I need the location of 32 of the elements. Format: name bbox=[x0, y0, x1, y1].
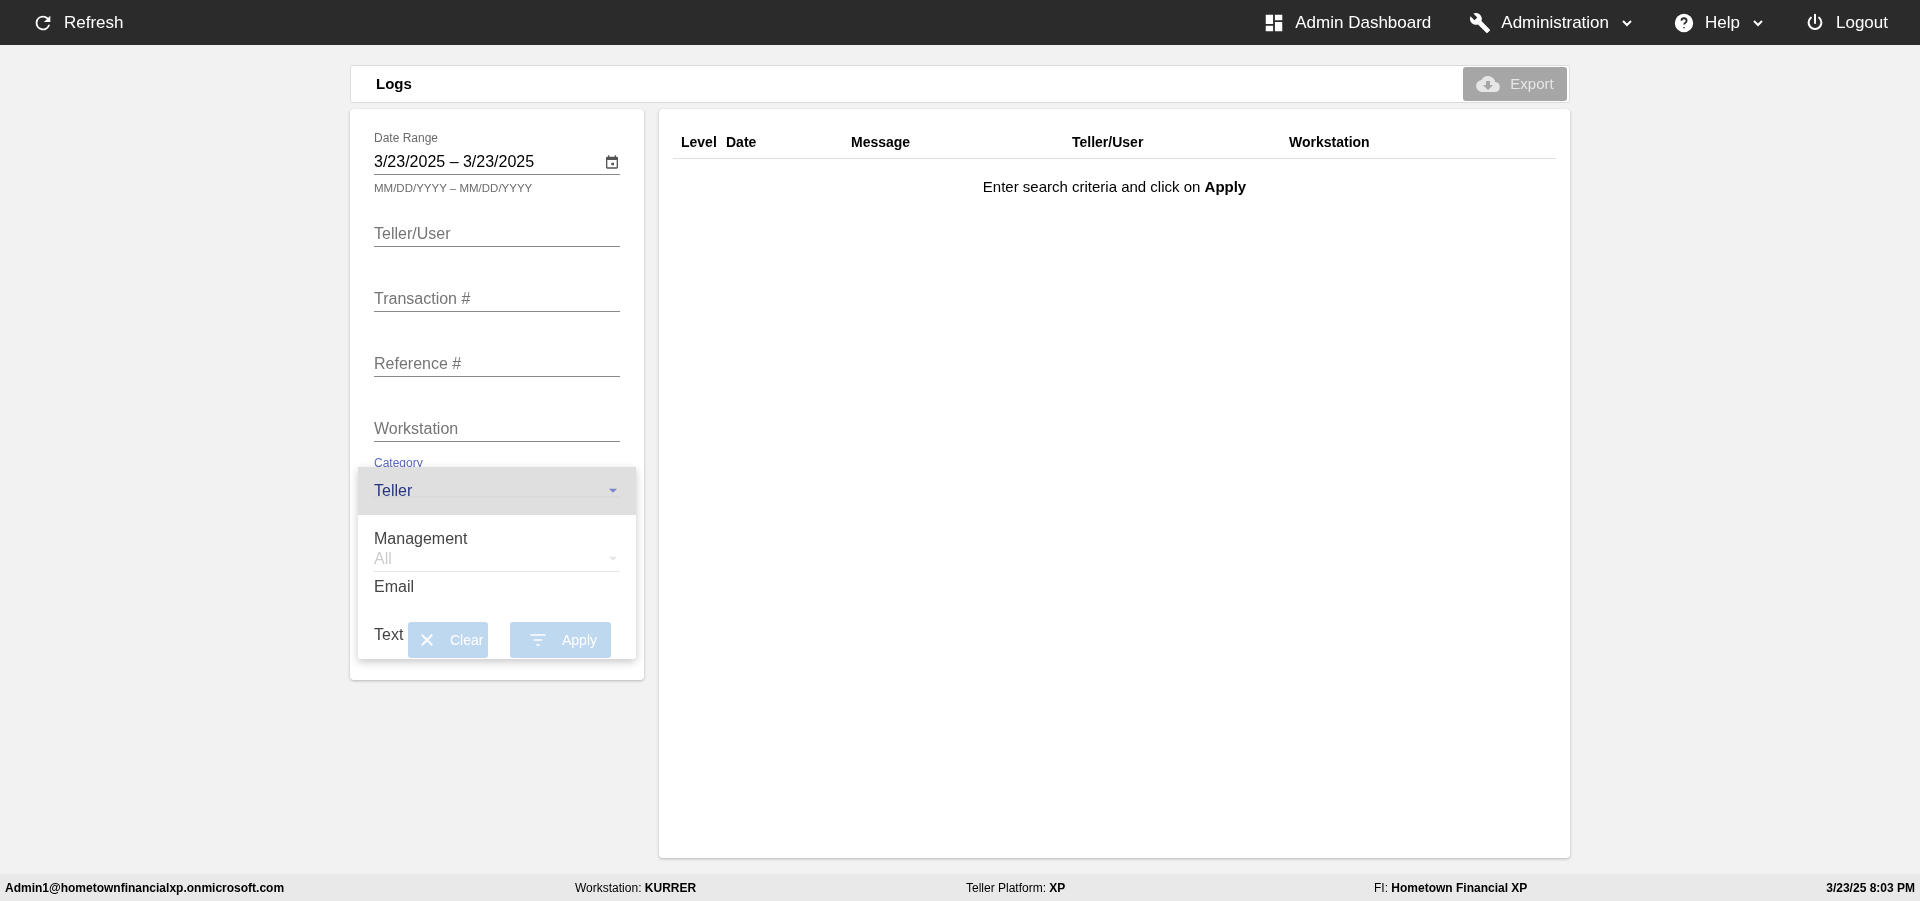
column-header: Workstation bbox=[1289, 133, 1371, 152]
field-label: Category bbox=[374, 456, 424, 471]
status-item: Teller Platform: XP bbox=[966, 880, 1066, 895]
dropdown-option[interactable]: Teller bbox=[374, 482, 413, 500]
text-field[interactable]: Reference # bbox=[374, 351, 620, 378]
column-header: Level bbox=[680, 133, 718, 152]
dropdown-option[interactable]: Management bbox=[374, 530, 468, 548]
status-item: FI: Hometown Financial XP bbox=[1374, 880, 1528, 895]
wrench-icon bbox=[1469, 11, 1492, 34]
field-hint: MM/DD/YYYY – MM/DD/YYYY bbox=[374, 181, 534, 196]
text-field[interactable]: Transaction # bbox=[374, 286, 620, 313]
nav-button[interactable]: Help bbox=[1673, 0, 1766, 45]
nav-button[interactable]: Admin Dashboard bbox=[1263, 0, 1432, 45]
dropdown-option[interactable]: Email bbox=[374, 578, 414, 596]
nav-button[interactable]: Logout bbox=[1804, 0, 1888, 45]
text-field[interactable]: Workstation bbox=[374, 416, 620, 443]
status-item: Admin1@hometownfinancialxp.onmicrosoft.com bbox=[5, 880, 285, 895]
text-field[interactable]: Teller/User bbox=[374, 221, 620, 248]
page-title: Logs bbox=[376, 73, 412, 94]
empty-message: Enter search criteria and click on Apply bbox=[981, 177, 1248, 197]
calendar-icon bbox=[604, 154, 620, 170]
nav-button[interactable]: Administration bbox=[1469, 0, 1636, 45]
status-item: 3/23/25 8:03 PM bbox=[1826, 880, 1915, 895]
column-header: Date bbox=[726, 133, 758, 152]
column-header: Teller/User bbox=[1072, 133, 1145, 152]
field-label: Date Range bbox=[374, 131, 440, 145]
date-range-field[interactable]: 3/23/2025 – 3/23/2025 bbox=[374, 150, 620, 175]
status-item: Workstation: KURRER bbox=[575, 880, 697, 895]
dropdown-option[interactable]: Text bbox=[374, 626, 404, 644]
column-header: Message bbox=[851, 133, 912, 152]
nav-button[interactable]: Refresh bbox=[32, 0, 124, 45]
help-icon bbox=[1673, 11, 1696, 34]
